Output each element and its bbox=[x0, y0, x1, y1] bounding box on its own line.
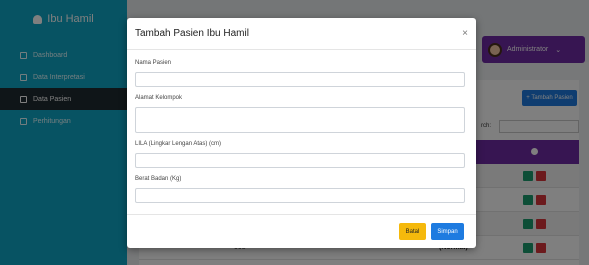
cancel-button[interactable]: Batal bbox=[399, 223, 426, 240]
save-button[interactable]: Simpan bbox=[431, 223, 464, 240]
alamat-kelompok-label: Alamat Kelompok bbox=[135, 95, 183, 101]
modal-body: Nama Pasien Alamat Kelompok LILA (Lingka… bbox=[127, 50, 476, 203]
alamat-kelompok-textarea[interactable] bbox=[135, 107, 465, 133]
close-icon[interactable]: × bbox=[462, 28, 468, 39]
modal-footer: Batal Simpan bbox=[127, 214, 476, 248]
add-patient-modal: Tambah Pasien Ibu Hamil × Nama Pasien Al… bbox=[127, 18, 476, 248]
nama-pasien-input[interactable] bbox=[135, 72, 465, 87]
lila-input[interactable] bbox=[135, 153, 465, 168]
modal-title: Tambah Pasien Ibu Hamil bbox=[135, 28, 249, 39]
nama-pasien-label: Nama Pasien bbox=[135, 60, 172, 66]
berat-badan-label: Berat Badan (Kg) bbox=[135, 176, 182, 182]
modal-header: Tambah Pasien Ibu Hamil × bbox=[127, 18, 476, 50]
lila-label: LILA (Lingkar Lengan Atas) (cm) bbox=[135, 141, 222, 147]
berat-badan-input[interactable] bbox=[135, 188, 465, 203]
